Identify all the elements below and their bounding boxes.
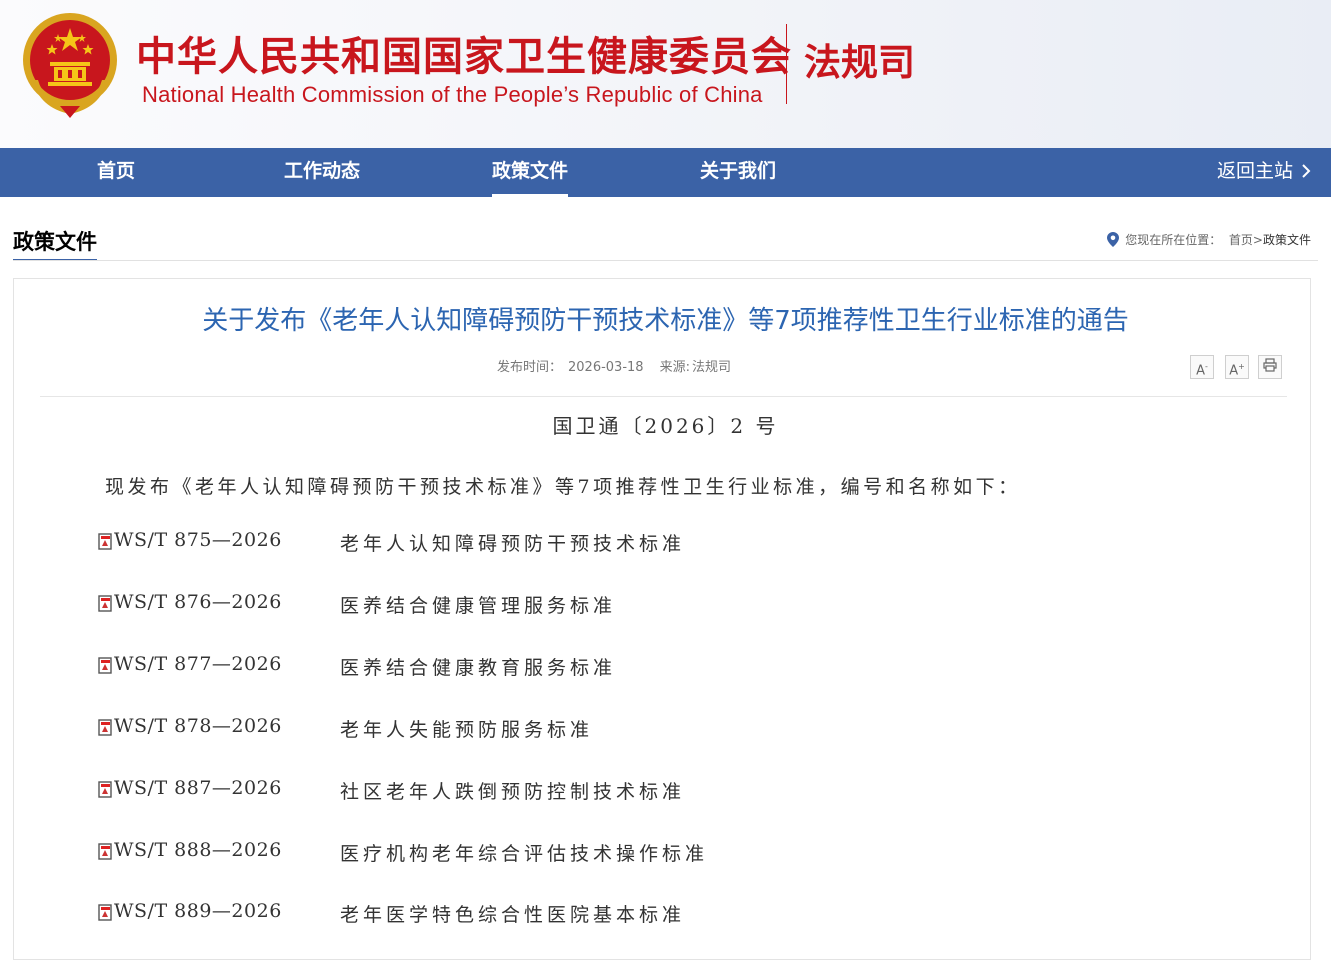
- standard-name: 老年医学特色综合性医院基本标准: [340, 904, 686, 926]
- standard-code-link[interactable]: WS/T 887—2026: [114, 777, 282, 799]
- site-title-en: National Health Commission of the People…: [142, 82, 763, 107]
- font-larger-label: A: [1229, 363, 1239, 379]
- breadcrumb-home-link[interactable]: 首页: [1229, 233, 1253, 247]
- standard-code-link[interactable]: WS/T 888—2026: [114, 839, 282, 861]
- article-title: 关于发布《老年人认知障碍预防干预技术标准》等7项推荐性卫生行业标准的通告: [202, 306, 1129, 336]
- breadcrumb-current: 政策文件: [1262, 233, 1311, 247]
- article-intro: 现发布《老年人认知障碍预防干预技术标准》等7项推荐性卫生行业标准，编号和名称如下…: [105, 476, 1021, 498]
- standard-name: 医养结合健康管理服务标准: [340, 595, 617, 617]
- source-value: 法规司: [691, 360, 731, 375]
- article-meta: 发布时间： 2026-03-18 来源: 法规司: [497, 356, 737, 375]
- breadcrumb-separator: >: [1252, 233, 1263, 247]
- pdf-file-icon: [98, 843, 112, 860]
- standard-code-link[interactable]: WS/T 889—2026: [114, 900, 282, 922]
- breadcrumb-prefix: 您现在所在位置：: [1125, 233, 1222, 247]
- section-title: 政策文件: [13, 226, 97, 261]
- pdf-file-icon: [98, 595, 112, 612]
- department-name: 法规司: [804, 41, 915, 84]
- printer-icon: [1263, 358, 1277, 372]
- pdf-file-icon: [98, 781, 112, 798]
- standard-name: 医养结合健康教育服务标准: [340, 657, 617, 679]
- breadcrumb: 您现在所在位置： 首页>政策文件: [1107, 231, 1311, 248]
- nav-item-home[interactable]: 首页: [97, 148, 135, 197]
- national-emblem-icon[interactable]: [20, 10, 120, 120]
- site-header: 中华人民共和国国家卫生健康委员会 National Health Commiss…: [0, 0, 1331, 148]
- standard-code-link[interactable]: WS/T 876—2026: [114, 591, 282, 613]
- nav-item-policy-docs[interactable]: 政策文件: [492, 148, 569, 197]
- standard-name: 医疗机构老年综合评估技术操作标准: [340, 843, 709, 865]
- standard-code-link[interactable]: WS/T 875—2026: [114, 529, 282, 551]
- standard-name: 老年人失能预防服务标准: [340, 719, 594, 741]
- chevron-right-icon: [1302, 164, 1311, 178]
- print-button[interactable]: [1258, 355, 1282, 379]
- main-nav: 首页 工作动态 政策文件 关于我们 返回主站: [0, 148, 1331, 197]
- back-to-main-site-link[interactable]: 返回主站: [1217, 148, 1311, 197]
- standard-name: 社区老年人跌倒预防控制技术标准: [340, 781, 686, 803]
- nav-item-work-news[interactable]: 工作动态: [284, 148, 360, 197]
- standard-code-link[interactable]: WS/T 878—2026: [114, 715, 282, 737]
- location-pin-icon: [1107, 232, 1120, 247]
- article-separator: [40, 396, 1287, 397]
- nav-item-about-us[interactable]: 关于我们: [700, 148, 776, 197]
- pdf-file-icon: [98, 657, 112, 674]
- pdf-file-icon: [98, 719, 112, 736]
- back-to-main-site-label: 返回主站: [1216, 160, 1293, 182]
- font-smaller-label: A: [1196, 363, 1205, 379]
- header-divider: [786, 24, 787, 104]
- standard-code-link[interactable]: WS/T 877—2026: [114, 653, 282, 675]
- section-divider: [13, 260, 1318, 261]
- document-number: 国卫通〔2026〕2 号: [552, 414, 779, 438]
- source-label: 来源:: [659, 360, 690, 375]
- publish-date: 2026-03-18: [568, 360, 644, 375]
- publish-time-label: 发布时间：: [497, 360, 563, 375]
- pdf-file-icon: [98, 533, 112, 550]
- standard-name: 老年人认知障碍预防干预技术标准: [340, 533, 686, 555]
- site-title-cn: 中华人民共和国国家卫生健康委员会: [136, 34, 792, 80]
- font-smaller-button[interactable]: A-: [1190, 355, 1214, 379]
- font-larger-button[interactable]: A+: [1225, 355, 1249, 379]
- pdf-file-icon: [98, 904, 112, 921]
